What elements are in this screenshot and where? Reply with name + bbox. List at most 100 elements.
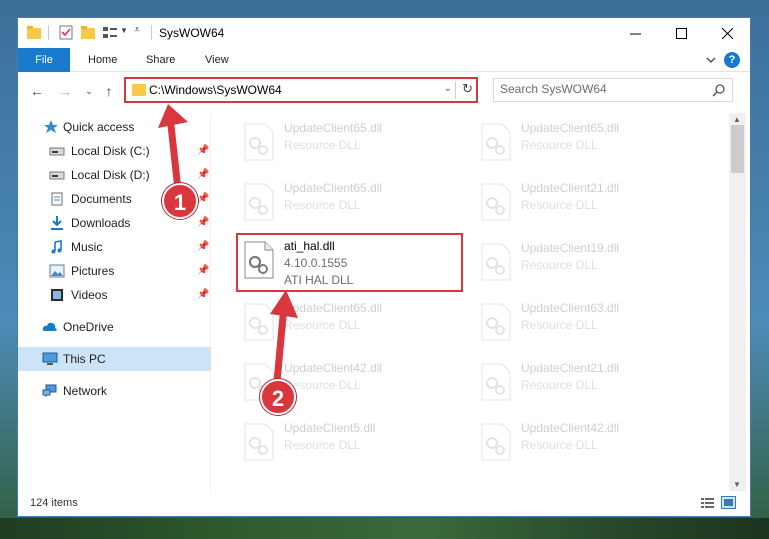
file-name: UpdateClient42.dll [284,361,383,375]
file-list: UpdateClient65.dll Resource DLL UpdateCl… [212,113,729,491]
file-name: UpdateClient21.dll [521,361,620,375]
maximize-button[interactable] [658,18,704,48]
recent-locations-dropdown[interactable]: ⌄ [80,82,98,100]
minimize-icon [629,33,641,34]
file-item[interactable]: UpdateClient63.dll Resource DLL [473,297,693,351]
address-bar[interactable]: C:\Windows\SysWOW64 ⌄ ↻ [124,77,478,103]
file-item[interactable]: UpdateClient65.dll Resource DLL [473,117,693,171]
file-type: Resource DLL [521,138,598,152]
sidebar-item-label: Local Disk (D:) [71,168,150,182]
expand-ribbon-icon[interactable] [706,55,716,65]
file-item[interactable]: UpdateClient65.dll Resource DLL [236,117,456,171]
sidebar-item-label: OneDrive [63,320,114,334]
window-title: SysWOW64 [159,26,225,40]
dll-file-icon [244,123,274,161]
sidebar-item-label: Documents [71,192,132,206]
status-bar: 124 items [18,491,750,516]
properties-icon[interactable] [58,25,74,40]
folder-icon [132,84,146,96]
pin-icon: 📌 [197,193,210,204]
file-type: Resource DLL [284,138,361,152]
sidebar-item-music[interactable]: Music 📌 [18,235,211,259]
file-type: Resource DLL [521,198,598,212]
sidebar-item-label: Pictures [71,264,115,278]
forward-button[interactable]: → [56,82,74,100]
tab-share[interactable]: Share [146,48,175,72]
chevron-down-icon[interactable]: ⌄ [444,83,452,94]
tab-file[interactable]: File [18,48,70,72]
up-button[interactable]: ↑ [100,82,118,100]
refresh-icon[interactable]: ↻ [462,81,473,97]
sidebar-item-label: Downloads [71,216,131,230]
search-icon[interactable] [712,83,726,97]
sidebar-item-label: This PC [63,352,106,366]
sidebar-item-this-pc[interactable]: This PC [18,347,211,371]
file-item[interactable]: UpdateClient65.dll Resource DLL [236,177,456,231]
file-name: UpdateClient65.dll [284,121,383,135]
navigation-pane: Quick access Local Disk (C:) 📌 Local Dis… [18,113,211,491]
pin-icon: 📌 [197,169,210,180]
pictures-icon [49,264,65,278]
view-options-icon[interactable] [102,25,118,40]
pin-icon: 📌 [197,289,210,300]
file-name: UpdateClient42.dll [521,421,620,435]
vertical-scrollbar[interactable]: ▲ ▼ [729,113,746,491]
sidebar-item-local-disk-c[interactable]: Local Disk (C:) 📌 [18,139,211,163]
file-explorer-window: ▼ ⩡ SysWOW64 File Home Share View ? ← → … [17,17,751,517]
search-box[interactable] [493,78,733,102]
file-type: Resource DLL [284,318,361,332]
sidebar-item-label: Quick access [63,120,135,134]
file-item[interactable]: UpdateClient5.dll Resource DLL [236,417,456,471]
sidebar-item-label: Network [63,384,108,398]
details-view-icon[interactable] [700,496,715,509]
file-name: UpdateClient65.dll [284,181,383,195]
file-name: UpdateClient19.dll [521,241,620,255]
file-type: Resource DLL [284,438,361,452]
sidebar-item-videos[interactable]: Videos 📌 [18,283,211,307]
close-button[interactable] [704,18,750,48]
help-button[interactable]: ? [724,52,740,68]
tab-view[interactable]: View [205,48,229,72]
dll-file-icon [481,183,511,221]
minimize-button[interactable] [612,18,658,48]
dll-file-icon [481,303,511,341]
file-name: UpdateClient21.dll [521,181,620,195]
scroll-up-icon[interactable]: ▲ [733,115,741,124]
sidebar-item-onedrive[interactable]: OneDrive [18,315,211,339]
videos-icon [51,289,63,301]
new-folder-icon[interactable] [80,25,96,40]
file-item[interactable]: UpdateClient21.dll Resource DLL [473,357,693,411]
network-icon [42,384,57,397]
sidebar-item-label: Videos [71,288,108,302]
file-item[interactable]: UpdateClient19.dll Resource DLL [473,237,693,291]
view-options-dropdown-icon[interactable]: ▼ [120,26,128,35]
sidebar-item-quick-access[interactable]: Quick access [18,115,211,139]
callout-badge-1: 1 [162,183,198,219]
tab-home[interactable]: Home [88,48,117,72]
pin-icon: 📌 [197,217,210,228]
file-type: Resource DLL [521,438,598,452]
drive-icon [49,171,65,180]
documents-icon [51,192,63,206]
file-item[interactable]: UpdateClient42.dll Resource DLL [473,417,693,471]
scroll-down-icon[interactable]: ▼ [733,480,741,489]
dll-file-icon [481,123,511,161]
music-icon [51,240,62,254]
file-item[interactable]: UpdateClient65.dll Resource DLL [236,297,456,351]
callout-badge-2: 2 [260,379,296,415]
file-name: UpdateClient65.dll [521,121,620,135]
sidebar-item-label: Music [71,240,103,254]
file-item[interactable]: UpdateClient21.dll Resource DLL [473,177,693,231]
sidebar-item-pictures[interactable]: Pictures 📌 [18,259,211,283]
search-input[interactable] [500,82,700,96]
drive-icon [49,147,65,156]
scroll-thumb[interactable] [731,125,744,173]
item-count: 124 items [30,497,78,509]
file-type: Resource DLL [284,198,361,212]
customize-toolbar-icon[interactable]: ⩡ [134,24,140,37]
sidebar-item-network[interactable]: Network [18,379,211,403]
dll-file-icon [481,243,511,281]
back-button[interactable]: ← [28,82,46,100]
large-icons-view-icon[interactable] [721,496,736,509]
ribbon-tabs: File Home Share View ? [18,48,750,72]
